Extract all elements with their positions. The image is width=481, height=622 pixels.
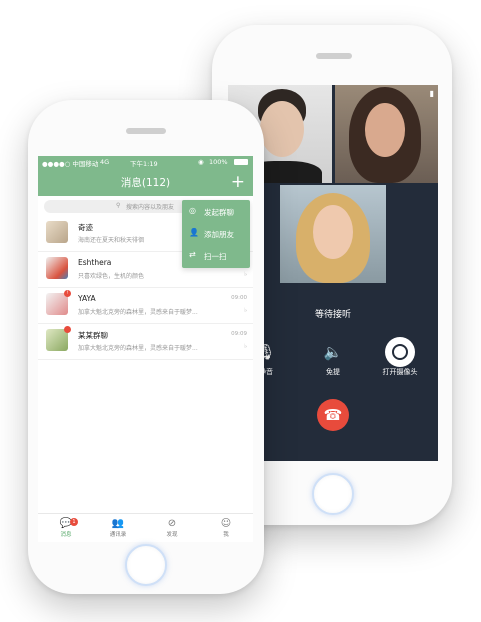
chat-list-item[interactable]: ! YAYA 加拿大魁北克旁的森林里，灵感来自于暖梦... 09:00 ♭ [38,288,253,324]
unread-badge: ! [64,290,71,297]
menu-item-label: 添加朋友 [204,230,234,239]
hang-up-icon: ☎ [323,406,343,424]
tab-messages[interactable]: 💬 消息 1 [46,517,86,538]
nav-bar: 消息(112) + [38,170,253,196]
chat-preview: 加拿大魁北克旁的森林里，灵感来自于暖梦... [78,345,198,352]
chat-time: 09:00 [231,295,247,301]
unread-badge [64,326,71,333]
participant-face [365,103,405,157]
chat-name: Eshthera [78,258,112,267]
participant-face [260,101,304,157]
avatar [46,221,68,243]
camera-button[interactable]: 打开摄像头 [370,337,430,377]
avatar [46,257,68,279]
battery-text: 100% [209,158,228,166]
speaker-button[interactable]: 🔈 免提 [303,337,363,377]
chat-list-item[interactable]: 某某群聊 加拿大魁北克旁的森林里，灵感来自于暖梦... 09:09 ♭ [38,324,253,360]
home-button[interactable] [312,473,354,515]
search-placeholder: 搜索内容以及朋友 [126,204,175,211]
page-title: 消息(112) [120,177,171,189]
speaker-label: 免提 [326,368,340,376]
menu-item-group-chat[interactable]: ◎ 发起群聊 [182,201,250,223]
participant-face [313,205,353,259]
speaker-grille [126,128,166,134]
tab-me[interactable]: ☺ 我 [206,517,246,538]
participant-video-3 [280,185,386,283]
front-phone: ●●●●○ 中国移动 4G 下午1:19 ◉ 100% 消息(112) + ⚲ … [28,100,264,594]
menu-item-label: 发起群聊 [204,208,234,217]
chat-preview: 加拿大魁北克旁的森林里，灵感来自于暖梦... [78,309,198,316]
mute-icon: ♭ [244,307,247,314]
speaker-icon: 🔈 [323,343,343,361]
menu-item-add-friend[interactable]: 👤 添加朋友 [182,223,250,245]
participant-video-2: ▮ [335,85,438,183]
search-icon: ⚲ [116,202,121,209]
messages-screen: ●●●●○ 中国移动 4G 下午1:19 ◉ 100% 消息(112) + ⚲ … [38,156,253,542]
chat-name: YAYA [78,294,96,303]
discover-icon: ⊘ [167,518,177,529]
home-button[interactable] [125,544,167,586]
tab-label: 消息 [60,532,72,538]
scan-icon: ⇄ [189,250,196,259]
hang-up-button[interactable]: ☎ [317,399,349,431]
tab-bar: 💬 消息 1 👥 通讯录 ⊘ 发现 ☺ 我 [38,513,253,542]
battery-icon [234,159,248,165]
tab-contacts[interactable]: 👥 通讯录 [98,517,138,538]
tab-badge: 1 [70,518,78,526]
chat-name: 某某群聊 [78,331,108,340]
tab-label: 我 [223,532,229,538]
location-icon: ◉ [198,158,204,166]
tab-discover[interactable]: ⊘ 发现 [152,517,192,538]
carrier-text: ●●●●○ 中国移动 [42,160,99,168]
camera-icon [385,337,415,367]
status-bar: ●●●●○ 中国移动 4G 下午1:19 ◉ 100% [38,156,253,170]
mute-icon: ♭ [244,343,247,350]
message-icon: 💬 [59,518,73,529]
camera-label: 打开摄像头 [382,368,418,376]
add-button[interactable]: + [231,171,245,193]
chat-preview: 海南还在夏天和秋天徘徊 [78,237,145,244]
speaker-grille [316,53,352,59]
clock-text: 下午1:19 [130,160,158,168]
network-text: 4G [100,158,110,166]
add-person-icon: 👤 [189,228,199,237]
profile-icon: ☺ [220,518,232,529]
mute-icon: ♭ [244,271,247,278]
chat-bubble-icon: ◎ [189,206,196,215]
tab-label: 发现 [166,532,178,538]
chat-time: 09:09 [231,331,247,337]
chat-preview: 只喜欢绿色，生机的颜色 [78,273,145,280]
chat-name: 奇迹 [78,223,93,232]
add-popup-menu: ◎ 发起群聊 👤 添加朋友 ⇄ 扫一扫 [182,200,250,268]
contacts-icon: 👥 [111,518,125,529]
video-options-icon[interactable]: ▮ [430,89,434,98]
tab-label: 通讯录 [109,532,127,538]
menu-item-label: 扫一扫 [204,252,227,261]
menu-item-scan[interactable]: ⇄ 扫一扫 [182,245,250,267]
